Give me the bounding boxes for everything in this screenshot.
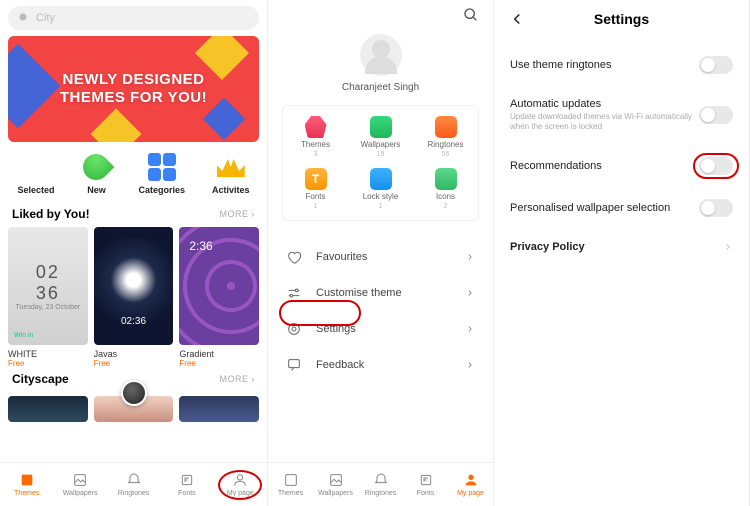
row-theme-ringtones[interactable]: Use theme ringtones	[494, 44, 749, 86]
cat-selected[interactable]: Selected	[17, 152, 54, 195]
theme-card[interactable]	[179, 396, 259, 422]
stat-wallpapers[interactable]: Wallpapers19	[348, 116, 413, 158]
chevron-right-icon	[723, 242, 733, 252]
search-icon[interactable]	[463, 7, 479, 23]
fonts-icon	[179, 472, 195, 488]
search-icon	[18, 12, 30, 24]
wallpapers-icon	[328, 472, 344, 488]
page-title: Settings	[526, 11, 717, 27]
search-input[interactable]: City	[8, 6, 259, 30]
row-privacy-policy[interactable]: Privacy Policy	[494, 229, 749, 265]
heart-icon	[286, 249, 302, 265]
tab-mypage[interactable]: My page	[214, 463, 267, 506]
toggle[interactable]	[699, 199, 733, 217]
section-liked: Liked by You! MORE ›	[0, 203, 267, 227]
stats-card: Themes3 Wallpapers19 Ringtones56 TFonts1…	[282, 105, 479, 221]
fonts-icon	[418, 472, 434, 488]
theme-card[interactable]: Gradient Free	[179, 227, 259, 368]
promo-banner[interactable]: NEWLY DESIGNED THEMES FOR YOU!	[8, 36, 259, 142]
tab-themes[interactable]: Themes	[268, 463, 313, 506]
chevron-right-icon	[465, 324, 475, 334]
feedback-icon	[286, 357, 302, 373]
menu-settings[interactable]: Settings	[268, 311, 493, 347]
mypage-pane: Charanjeet Singh Themes3 Wallpapers19 Ri…	[268, 0, 494, 506]
chevron-right-icon	[465, 360, 475, 370]
stat-icons[interactable]: Icons2	[413, 168, 478, 210]
tab-wallpapers[interactable]: Wallpapers	[313, 463, 358, 506]
toggle[interactable]	[699, 157, 733, 175]
toggle[interactable]	[699, 106, 733, 124]
menu-list: Favourites Customise theme Settings Feed…	[268, 239, 493, 383]
stat-lockstyle[interactable]: Lock style1	[348, 168, 413, 210]
header: Settings	[494, 0, 749, 44]
cat-categories[interactable]: Categories	[138, 152, 185, 195]
theme-card[interactable]	[8, 396, 88, 422]
sliders-icon	[286, 285, 302, 301]
scroll-top-button[interactable]	[121, 380, 147, 406]
avatar[interactable]	[360, 34, 402, 76]
row-personalised-wallpaper[interactable]: Personalised wallpaper selection	[494, 187, 749, 229]
menu-favourites[interactable]: Favourites	[268, 239, 493, 275]
category-row: Selected New Categories Activites	[0, 148, 267, 203]
gear-icon	[286, 321, 302, 337]
tab-fonts[interactable]: Fonts	[160, 463, 213, 506]
cat-new[interactable]: New	[81, 152, 111, 195]
chevron-right-icon	[465, 252, 475, 262]
tab-ringtones[interactable]: Ringtones	[358, 463, 403, 506]
bottom-nav: Themes Wallpapers Ringtones Fonts My pag…	[0, 462, 267, 506]
username: Charanjeet Singh	[268, 82, 493, 93]
wallpapers-icon	[72, 472, 88, 488]
themes-icon	[283, 472, 299, 488]
tab-fonts[interactable]: Fonts	[403, 463, 448, 506]
themes-icon	[19, 472, 35, 488]
theme-card[interactable]: 0236Tuesday, 23 OctoberWin in WHITE Free	[8, 227, 88, 368]
menu-customise[interactable]: Customise theme	[268, 275, 493, 311]
cat-activities[interactable]: Activites	[212, 152, 250, 195]
banner-text: NEWLY DESIGNED THEMES FOR YOU!	[60, 71, 207, 107]
chevron-right-icon	[465, 288, 475, 298]
menu-feedback[interactable]: Feedback	[268, 347, 493, 383]
search-placeholder: City	[36, 12, 55, 24]
tab-wallpapers[interactable]: Wallpapers	[53, 463, 106, 506]
mypage-icon	[463, 472, 479, 488]
ringtones-icon	[126, 472, 142, 488]
top-bar	[268, 0, 493, 30]
stat-themes[interactable]: Themes3	[283, 116, 348, 158]
theme-card[interactable]: Javas Free	[94, 227, 174, 368]
tab-ringtones[interactable]: Ringtones	[107, 463, 160, 506]
stat-ringtones[interactable]: Ringtones56	[413, 116, 478, 158]
ringtones-icon	[373, 472, 389, 488]
themes-home-pane: City NEWLY DESIGNED THEMES FOR YOU! Sele…	[0, 0, 268, 506]
bottom-nav: Themes Wallpapers Ringtones Fonts My pag…	[268, 462, 493, 506]
mypage-icon	[232, 472, 248, 488]
theme-list: 0236Tuesday, 23 OctoberWin in WHITE Free…	[0, 227, 267, 368]
settings-pane: Settings Use theme ringtones Automatic u…	[494, 0, 750, 506]
row-auto-updates[interactable]: Automatic updatesUpdate downloaded theme…	[494, 86, 749, 145]
more-link[interactable]: MORE ›	[220, 374, 256, 384]
row-recommendations[interactable]: Recommendations	[494, 145, 749, 187]
toggle[interactable]	[699, 56, 733, 74]
section-title: Cityscape	[12, 372, 69, 386]
stat-fonts[interactable]: TFonts1	[283, 168, 348, 210]
section-title: Liked by You!	[12, 207, 90, 221]
back-icon[interactable]	[508, 10, 526, 28]
more-link[interactable]: MORE ›	[220, 209, 256, 219]
tab-themes[interactable]: Themes	[0, 463, 53, 506]
tab-mypage[interactable]: My page	[448, 463, 493, 506]
